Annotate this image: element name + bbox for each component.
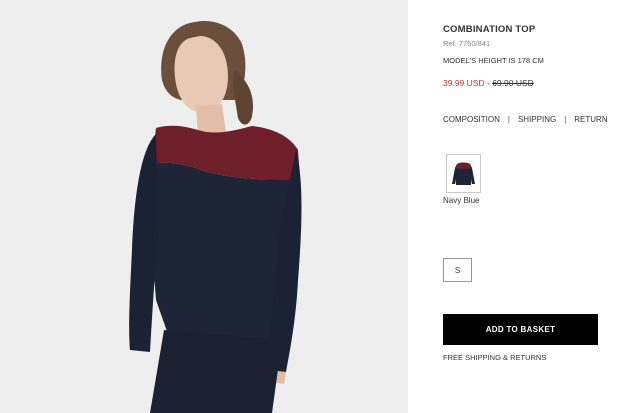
free-shipping-note: FREE SHIPPING & RETURNS (443, 353, 547, 362)
composition-link[interactable]: COMPOSITION (443, 115, 500, 124)
info-links: COMPOSITION | SHIPPING | RETURN (443, 115, 608, 124)
original-price: 69.90 USD (492, 78, 534, 88)
model-illustration (0, 0, 408, 413)
return-link[interactable]: RETURN (574, 115, 607, 124)
product-title: COMBINATION TOP (443, 24, 536, 35)
shipping-link[interactable]: SHIPPING (518, 115, 556, 124)
price-separator: - (486, 78, 490, 88)
product-ref: Ref. 7760/841 (443, 39, 491, 48)
swatch-thumbnail (451, 158, 476, 189)
model-height: MODEL'S HEIGHT IS 178 CM (443, 56, 544, 65)
product-photo (0, 0, 408, 413)
price-block: 39.99 USD - 69.90 USD (443, 78, 534, 88)
add-to-basket-button[interactable]: ADD TO BASKET (443, 314, 598, 345)
color-swatch-navy[interactable] (446, 154, 481, 193)
size-option-s[interactable]: S (443, 258, 472, 282)
selected-color-name: Navy Blue (443, 196, 480, 205)
sale-price: 39.99 USD (443, 78, 485, 88)
link-divider: | (507, 115, 510, 124)
link-divider: | (564, 115, 567, 124)
